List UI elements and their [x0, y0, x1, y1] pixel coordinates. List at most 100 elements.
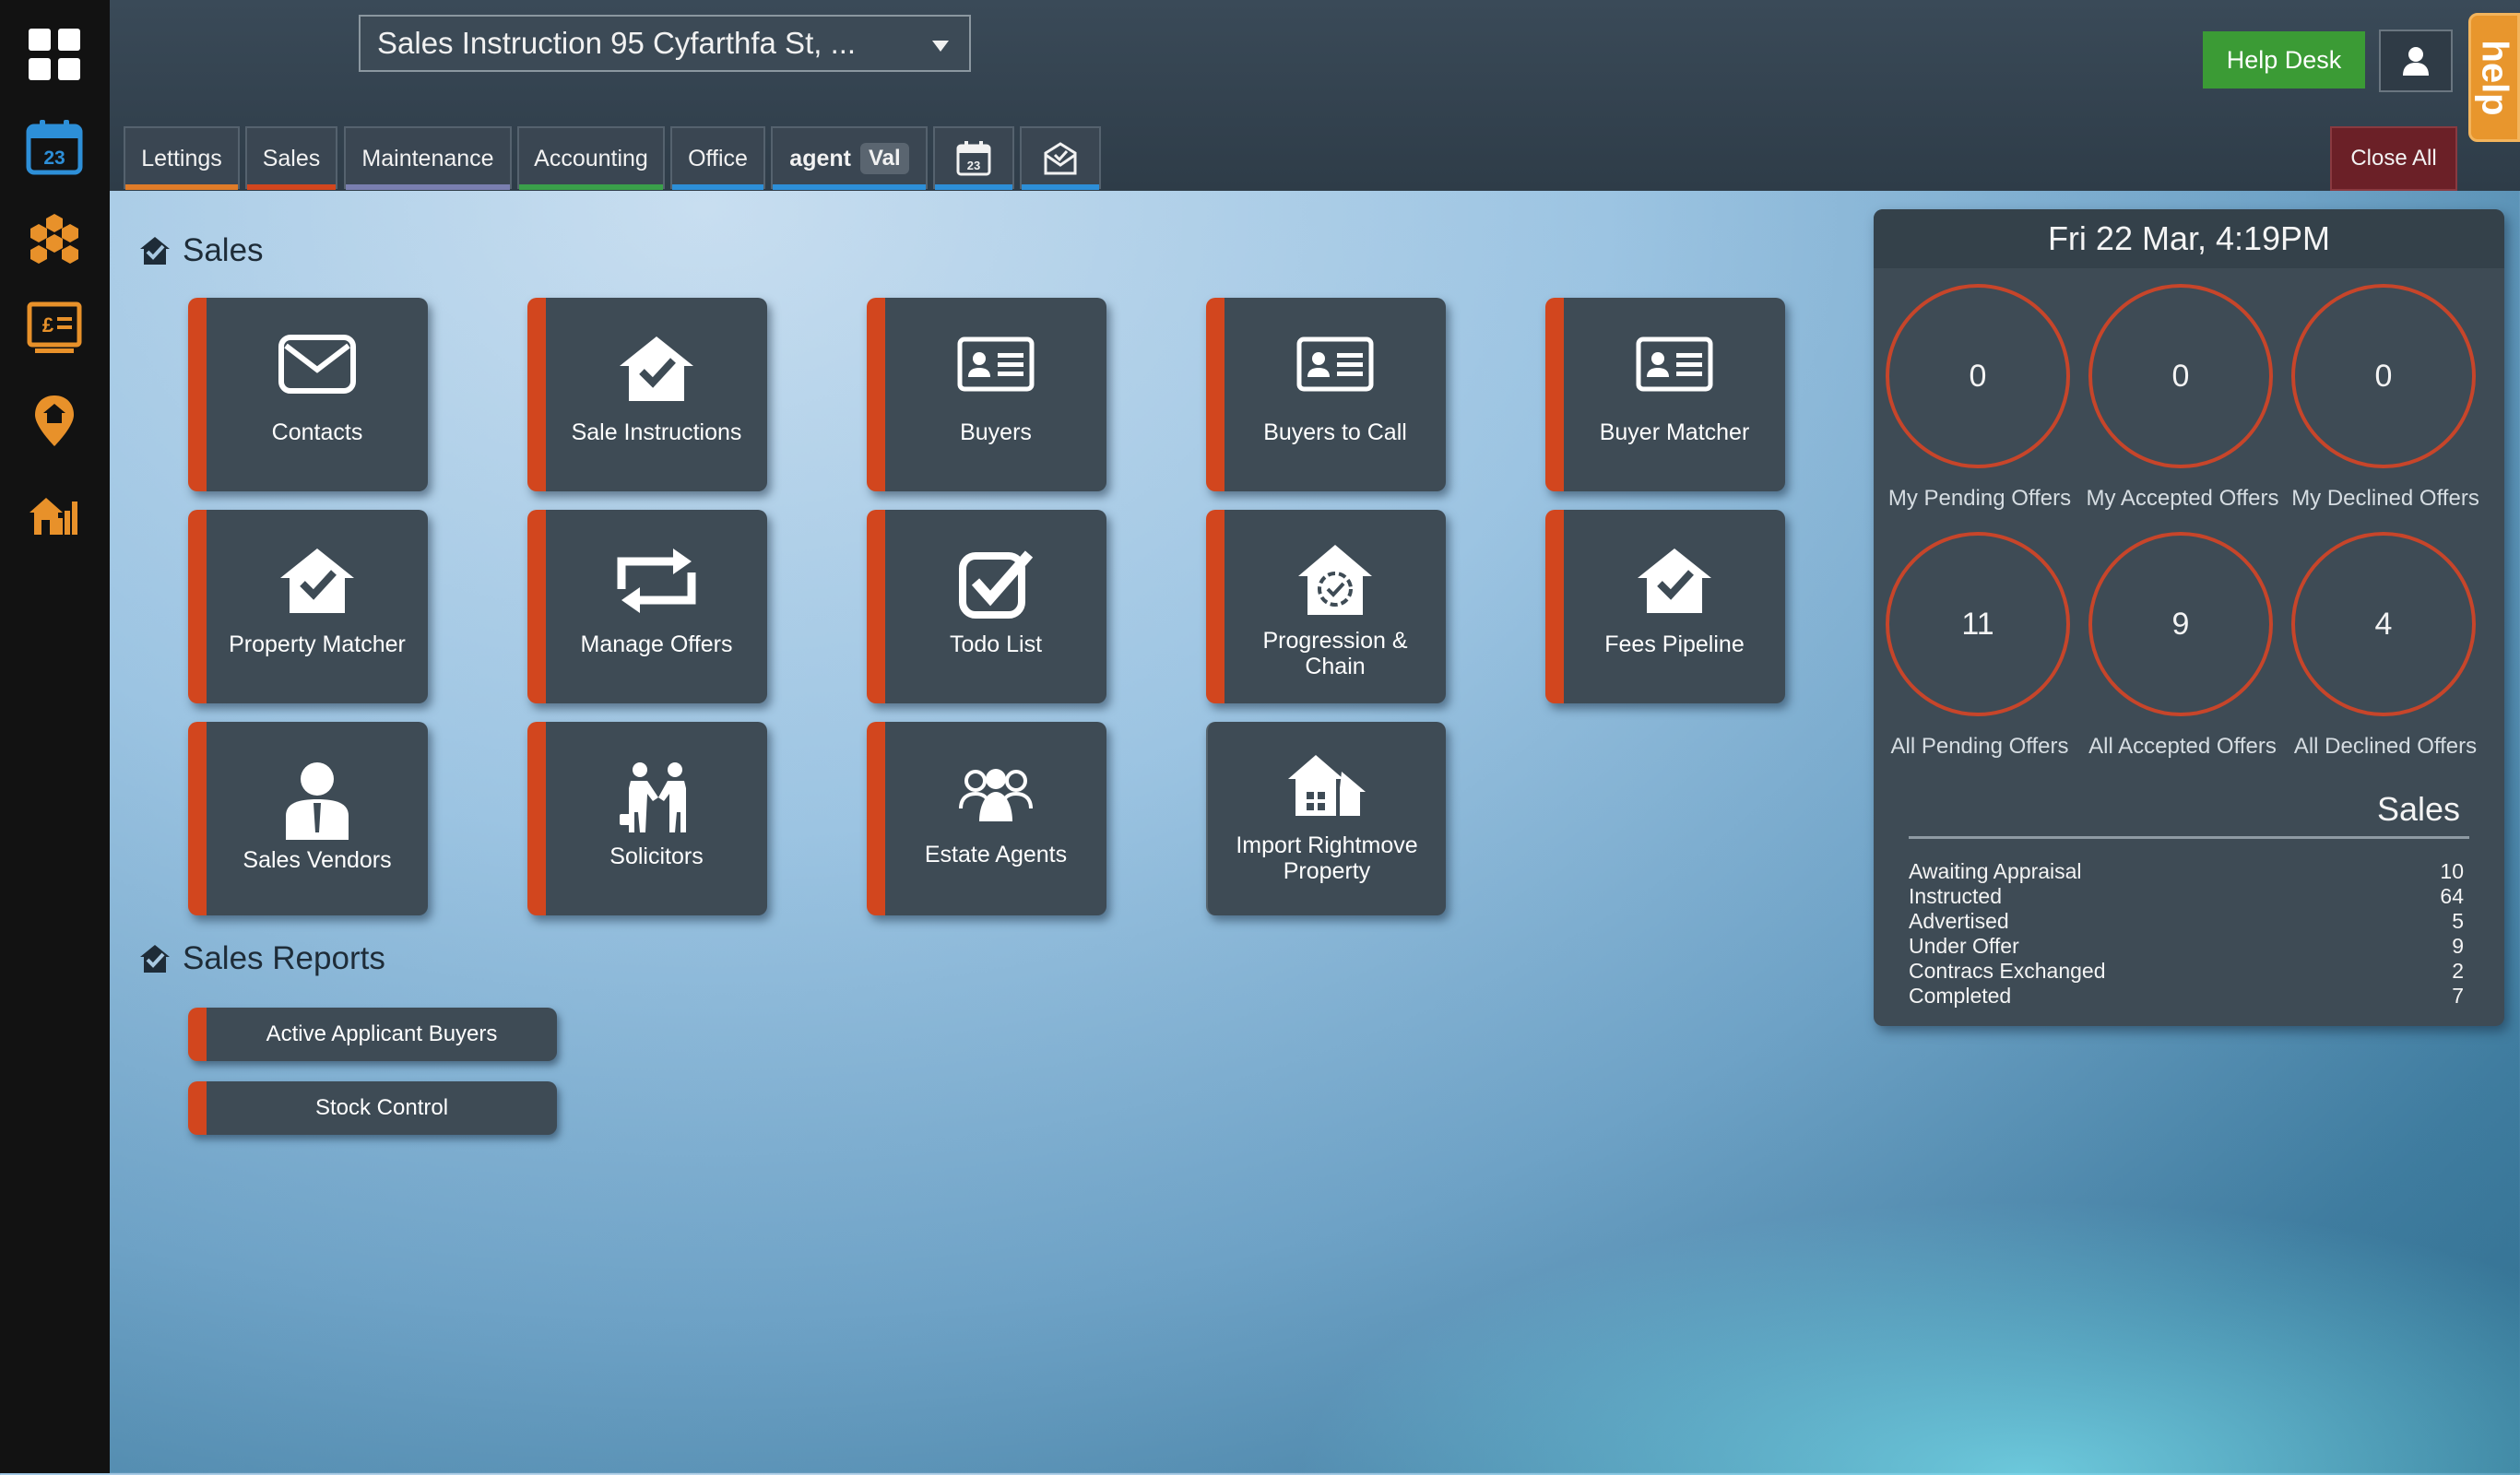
sales-reports-title: Sales Reports	[138, 940, 385, 977]
tab-maintenance[interactable]: Maintenance	[344, 126, 512, 190]
tab-label: Lettings	[141, 145, 222, 171]
tile-fees-pipeline[interactable]: Fees Pipeline	[1545, 510, 1785, 703]
person-icon	[286, 762, 349, 840]
calendar-icon[interactable]: 23	[26, 118, 83, 175]
tab-label: agent	[789, 145, 851, 171]
tile-label: Contacts	[271, 419, 363, 445]
stat-row: Instructed 64	[1909, 884, 2464, 909]
checkbox-icon	[959, 550, 1034, 619]
rail-calendar-day: 23	[43, 148, 65, 169]
instruction-selector[interactable]: Sales Instruction 95 Cyfarthfa St, ...	[359, 15, 971, 72]
tab-sales[interactable]: Sales	[245, 126, 337, 190]
id-card-icon	[1636, 336, 1713, 392]
section-title-text: Sales Reports	[183, 940, 385, 976]
all-declined-offers-count[interactable]: 4	[2291, 532, 2476, 716]
my-declined-offers-label: My Declined Offers	[2291, 486, 2479, 511]
stat-label: Completed	[1909, 984, 2012, 1008]
property-pin-icon[interactable]	[26, 393, 83, 450]
tile-progression-chain[interactable]: Progression & Chain	[1206, 510, 1446, 703]
finance-screen-icon[interactable]: £	[26, 301, 83, 358]
all-accepted-offers-count[interactable]: 9	[2088, 532, 2273, 716]
tab-accounting[interactable]: Accounting	[517, 126, 665, 190]
report-stock-control[interactable]: Stock Control	[188, 1081, 557, 1135]
tile-buyers[interactable]: Buyers	[867, 298, 1106, 491]
all-accepted-offers-label: All Accepted Offers	[2088, 734, 2277, 759]
tile-sale-instructions[interactable]: Sale Instructions	[527, 298, 767, 491]
tile-label: Buyers to Call	[1263, 419, 1407, 445]
stat-value: 9	[2452, 934, 2464, 958]
tab-agent[interactable]: agent Val	[771, 126, 928, 190]
houses-icon	[1288, 755, 1366, 816]
tile-manage-offers[interactable]: Manage Offers	[527, 510, 767, 703]
user-button[interactable]	[2379, 30, 2453, 92]
tab-mail[interactable]	[1020, 126, 1101, 190]
stat-value: 5	[2452, 909, 2464, 933]
tile-label: Solicitors	[609, 844, 704, 869]
my-accepted-offers-label: My Accepted Offers	[2086, 486, 2279, 511]
divider	[1909, 836, 2469, 839]
close-all-button[interactable]: Close All	[2330, 126, 2457, 191]
help-desk-button[interactable]: Help Desk	[2203, 31, 2365, 88]
house-chart-icon[interactable]	[26, 483, 83, 540]
mail-check-icon	[1044, 142, 1077, 175]
tab-underline	[247, 184, 336, 190]
house-check-icon	[140, 237, 170, 265]
stat-value: 7	[2452, 984, 2464, 1008]
sales-section-title: Sales	[138, 232, 264, 269]
stat-row: Contracs Exchanged 2	[1909, 959, 2464, 984]
tab-underline	[672, 184, 763, 190]
handshake-icon	[620, 762, 686, 832]
selector-value: Sales Instruction 95 Cyfarthfa St, ...	[377, 26, 857, 60]
tile-todo-list[interactable]: Todo List	[867, 510, 1106, 703]
tab-label: Maintenance	[361, 145, 494, 171]
tile-label: Buyers	[960, 419, 1032, 445]
tile-contacts[interactable]: Contacts	[188, 298, 428, 491]
sales-stats-title: Sales	[2376, 790, 2460, 828]
stat-label: Instructed	[1909, 884, 2002, 908]
stat-value: 10	[2440, 859, 2464, 883]
tile-property-matcher[interactable]: Property Matcher	[188, 510, 428, 703]
chevron-down-icon	[932, 41, 949, 52]
my-accepted-offers-count[interactable]: 0	[2088, 284, 2273, 468]
tile-label: Manage Offers	[580, 631, 733, 657]
my-pending-offers-count[interactable]: 0	[1886, 284, 2070, 468]
envelope-icon	[278, 335, 356, 394]
background-glow	[1291, 1198, 2520, 1475]
exchange-arrows-icon	[617, 549, 696, 613]
tab-label: Sales	[262, 145, 321, 171]
group-icon	[959, 769, 1033, 821]
grid-icon[interactable]	[26, 26, 83, 83]
report-active-applicant-buyers[interactable]: Active Applicant Buyers	[188, 1008, 557, 1061]
left-rail: 23 £	[0, 0, 110, 1473]
stat-value: 64	[2440, 884, 2464, 908]
tile-label: Sales Vendors	[243, 847, 392, 873]
hexagon-cluster-icon[interactable]	[26, 210, 83, 267]
house-check-icon	[140, 945, 170, 973]
tile-buyers-to-call[interactable]: Buyers to Call	[1206, 298, 1446, 491]
help-side-tab[interactable]: help	[2468, 13, 2520, 142]
val-badge: Val	[859, 143, 909, 174]
user-icon	[2403, 47, 2429, 76]
tile-label: Todo List	[949, 631, 1043, 657]
tab-calendar-day: 23	[967, 159, 980, 172]
stat-label: Advertised	[1909, 909, 2009, 933]
tile-import-rightmove[interactable]: Import Rightmove Property	[1206, 722, 1446, 915]
stat-row: Completed 7	[1909, 984, 2464, 1009]
tile-sales-vendors[interactable]: Sales Vendors	[188, 722, 428, 915]
stat-label: Awaiting Appraisal	[1909, 859, 2082, 883]
stat-label: Contracs Exchanged	[1909, 959, 2106, 983]
my-declined-offers-count[interactable]: 0	[2291, 284, 2476, 468]
tab-office[interactable]: Office	[670, 126, 765, 190]
tab-lettings[interactable]: Lettings	[124, 126, 240, 190]
all-declined-offers-label: All Declined Offers	[2293, 734, 2478, 759]
tile-solicitors[interactable]: Solicitors	[527, 722, 767, 915]
tab-underline	[935, 184, 1012, 190]
tab-calendar[interactable]: 23	[933, 126, 1014, 190]
calendar-icon: 23	[956, 141, 991, 176]
tile-estate-agents[interactable]: Estate Agents	[867, 722, 1106, 915]
tile-label: Buyer Matcher	[1599, 419, 1750, 445]
tile-buyer-matcher[interactable]: Buyer Matcher	[1545, 298, 1785, 491]
house-progress-icon	[1298, 545, 1372, 615]
top-bar: Sales Instruction 95 Cyfarthfa St, ... L…	[110, 0, 2520, 191]
all-pending-offers-count[interactable]: 11	[1886, 532, 2070, 716]
